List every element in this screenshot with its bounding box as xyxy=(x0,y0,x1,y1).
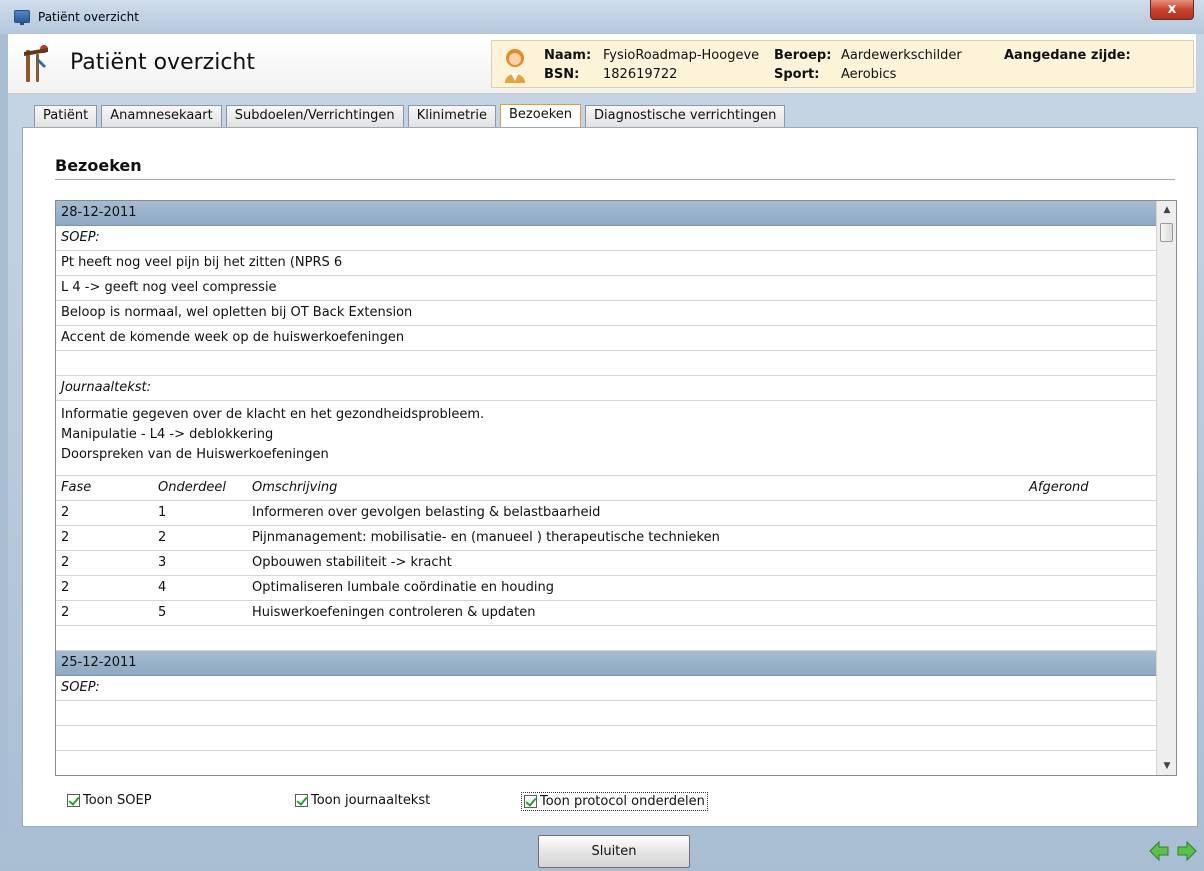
col-fase: Fase xyxy=(61,480,92,495)
bsn-value: 182619722 xyxy=(603,67,678,82)
sluiten-button[interactable]: Sluiten xyxy=(538,835,690,868)
sport-label: Sport: xyxy=(774,67,820,82)
toon-protocol-label: Toon protocol onderdelen xyxy=(540,794,705,809)
protocol-row: 2 3 Opbouwen stabiliteit -> kracht xyxy=(56,551,1156,576)
arrow-left-icon[interactable] xyxy=(1148,840,1170,862)
toon-soep-label: Toon SOEP xyxy=(83,793,152,808)
section-divider xyxy=(55,179,1175,180)
cell-omschrijving: Opbouwen stabiliteit -> kracht xyxy=(252,555,452,570)
journaal-line: Manipulatie - L4 -> deblokkering xyxy=(61,427,274,442)
toon-soep-checkbox[interactable]: Toon SOEP xyxy=(67,793,152,808)
col-afgerond: Afgerond xyxy=(1029,480,1089,495)
patient-avatar-icon xyxy=(505,49,525,83)
vertical-scrollbar[interactable]: ▲ ▼ xyxy=(1156,201,1176,775)
arrow-right-icon[interactable] xyxy=(1176,840,1198,862)
soep-line: Accent de komende week op de huiswerkoef… xyxy=(56,326,1156,351)
cell-fase: 2 xyxy=(61,505,70,520)
application-window: Patiënt overzicht x Patiënt overzicht Na… xyxy=(0,0,1204,871)
journaaltekst-label: Journaaltekst: xyxy=(56,376,1156,401)
protocol-row: 2 4 Optimaliseren lumbale coördinatie en… xyxy=(56,576,1156,601)
beroep-value: Aardewerkschilder xyxy=(841,48,962,63)
title-bar: Patiënt overzicht x xyxy=(0,0,1204,34)
visits-list[interactable]: 28-12-2011 SOEP: Pt heeft nog veel pijn … xyxy=(55,200,1177,776)
cell-onderdeel: 4 xyxy=(158,580,167,595)
visit-date-row[interactable]: 28-12-2011 xyxy=(56,201,1156,226)
cell-omschrijving: Pijnmanagement: mobilisatie- en (manueel… xyxy=(252,530,720,545)
naam-value: FysioRoadmap-Hoogeve xyxy=(603,48,760,63)
beroep-label: Beroep: xyxy=(774,48,832,63)
soep-label: SOEP: xyxy=(56,226,1156,251)
cell-fase: 2 xyxy=(61,530,70,545)
protocol-row: 2 1 Informeren over gevolgen belasting &… xyxy=(56,501,1156,526)
checkbox-checked-icon[interactable] xyxy=(295,794,308,807)
protocol-row: 2 5 Huiswerkoefeningen controleren & upd… xyxy=(56,601,1156,626)
tab-anamnesekaart[interactable]: Anamnesekaart xyxy=(101,105,222,127)
naam-label: Naam: xyxy=(544,48,592,63)
checkbox-checked-icon[interactable] xyxy=(524,795,537,808)
toon-protocol-checkbox[interactable]: Toon protocol onderdelen xyxy=(521,792,708,811)
cell-fase: 2 xyxy=(61,605,70,620)
cell-fase: 2 xyxy=(61,580,70,595)
cell-omschrijving: Huiswerkoefeningen controleren & updaten xyxy=(252,605,536,620)
col-omschrijving: Omschrijving xyxy=(252,480,338,495)
journaaltekst-block: Informatie gegeven over de klacht en het… xyxy=(56,401,1156,476)
empty-row xyxy=(56,351,1156,376)
tab-subdoelen[interactable]: Subdoelen/Verrichtingen xyxy=(225,105,404,127)
journaal-line: Doorspreken van de Huiswerkoefeningen xyxy=(61,447,329,462)
window-title: Patiënt overzicht xyxy=(38,10,139,24)
cell-fase: 2 xyxy=(61,555,70,570)
soep-label: SOEP: xyxy=(56,676,1156,701)
window-border xyxy=(0,34,8,835)
tab-bezoeken[interactable]: Bezoeken xyxy=(500,104,582,127)
empty-row xyxy=(56,626,1156,651)
scroll-up-arrow-icon[interactable]: ▲ xyxy=(1157,201,1176,219)
empty-row xyxy=(56,701,1156,726)
patient-info-box: Naam: FysioRoadmap-Hoogeve BSN: 18261972… xyxy=(491,40,1194,88)
cell-omschrijving: Optimaliseren lumbale coördinatie en hou… xyxy=(252,580,554,595)
cell-onderdeel: 5 xyxy=(158,605,167,620)
checkbox-checked-icon[interactable] xyxy=(67,794,80,807)
soep-line: Beloop is normaal, wel opletten bij OT B… xyxy=(56,301,1156,326)
bsn-label: BSN: xyxy=(544,67,580,82)
protocol-header-row: Fase Onderdeel Omschrijving Afgerond xyxy=(56,476,1156,501)
close-button[interactable]: x xyxy=(1150,0,1194,20)
toon-journaaltekst-label: Toon journaaltekst xyxy=(311,793,431,808)
content-panel: Bezoeken 28-12-2011 SOEP: Pt heeft nog v… xyxy=(22,127,1198,827)
cell-onderdeel: 1 xyxy=(158,505,167,520)
cell-omschrijving: Informeren over gevolgen belasting & bel… xyxy=(252,505,601,520)
toon-journaaltekst-checkbox[interactable]: Toon journaaltekst xyxy=(295,793,430,808)
cell-onderdeel: 2 xyxy=(158,530,167,545)
scroll-thumb[interactable] xyxy=(1160,223,1173,242)
header: Patiënt overzicht Naam: FysioRoadmap-Hoo… xyxy=(8,34,1196,94)
cell-onderdeel: 3 xyxy=(158,555,167,570)
physio-logo-icon xyxy=(24,45,48,82)
protocol-row: 2 2 Pijnmanagement: mobilisatie- en (man… xyxy=(56,526,1156,551)
visit-date-row[interactable]: 25-12-2011 xyxy=(56,651,1156,676)
soep-line: L 4 -> geeft nog veel compressie xyxy=(56,276,1156,301)
journaal-line: Informatie gegeven over de klacht en het… xyxy=(61,407,485,422)
empty-row xyxy=(56,726,1156,751)
tab-bar: Patiënt Anamnesekaart Subdoelen/Verricht… xyxy=(34,104,789,127)
page-title: Patiënt overzicht xyxy=(70,50,255,75)
col-onderdeel: Onderdeel xyxy=(158,480,226,495)
visits-list-content: 28-12-2011 SOEP: Pt heeft nog veel pijn … xyxy=(56,201,1156,751)
section-title: Bezoeken xyxy=(55,156,142,175)
sport-value: Aerobics xyxy=(841,67,897,82)
tab-klinimetrie[interactable]: Klinimetrie xyxy=(407,105,497,127)
tab-diagnostische-verrichtingen[interactable]: Diagnostische verrichtingen xyxy=(585,105,786,127)
tab-patient[interactable]: Patiënt xyxy=(34,105,98,127)
aangedane-zijde-label: Aangedane zijde: xyxy=(1004,48,1131,63)
soep-line: Pt heeft nog veel pijn bij het zitten (N… xyxy=(56,251,1156,276)
scroll-down-arrow-icon[interactable]: ▼ xyxy=(1157,757,1176,775)
app-monitor-icon xyxy=(14,10,30,25)
